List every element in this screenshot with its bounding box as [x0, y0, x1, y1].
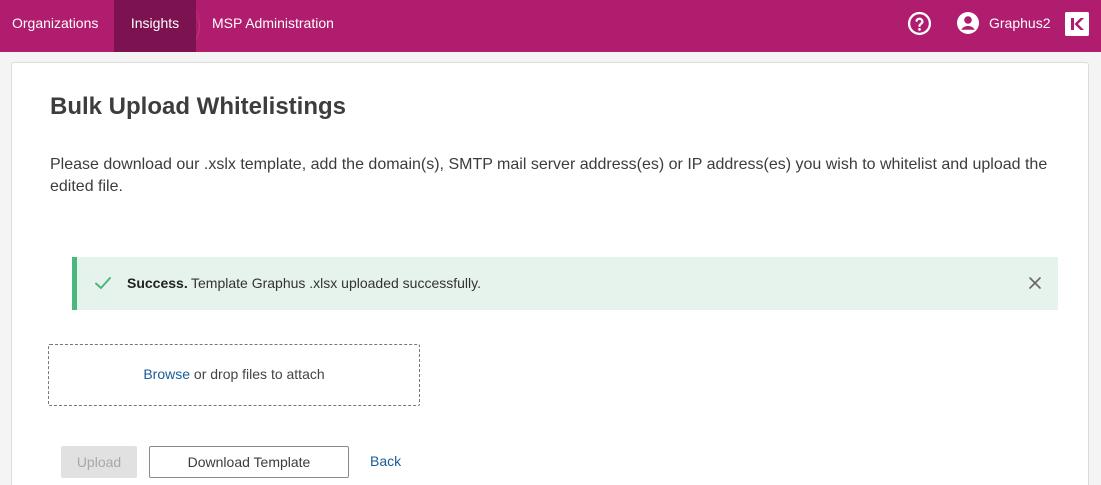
- browse-link[interactable]: Browse: [143, 366, 190, 382]
- alert-message: Template Graphus .xlsx uploaded successf…: [191, 275, 481, 291]
- user-circle-icon[interactable]: [956, 11, 980, 35]
- nav-item-insights[interactable]: Insights: [114, 0, 196, 52]
- back-link[interactable]: Back: [370, 453, 401, 469]
- upload-button[interactable]: Upload: [61, 446, 137, 478]
- close-icon[interactable]: [1026, 274, 1044, 292]
- bulk-upload-card: Bulk Upload Whitelistings Please downloa…: [11, 62, 1089, 485]
- download-template-button[interactable]: Download Template: [149, 446, 349, 478]
- kaseya-logo-icon[interactable]: [1065, 12, 1089, 36]
- check-icon: [95, 277, 111, 289]
- nav-item-organizations[interactable]: Organizations: [0, 0, 110, 52]
- success-alert: Success. Template Graphus .xlsx uploaded…: [72, 257, 1058, 310]
- user-name[interactable]: Graphus2: [989, 0, 1050, 46]
- page-title: Bulk Upload Whitelistings: [50, 93, 347, 120]
- page-description: Please download our .xslx template, add …: [50, 156, 1048, 195]
- top-nav-bar: Organizations Insights MSP Administratio…: [0, 0, 1101, 52]
- nav-item-msp-administration[interactable]: MSP Administration: [200, 0, 346, 52]
- file-dropzone[interactable]: Browse or drop files to attach: [48, 344, 420, 406]
- dropzone-hint: or drop files to attach: [190, 366, 325, 382]
- alert-title: Success.: [127, 275, 188, 291]
- question-circle-icon[interactable]: [907, 11, 932, 36]
